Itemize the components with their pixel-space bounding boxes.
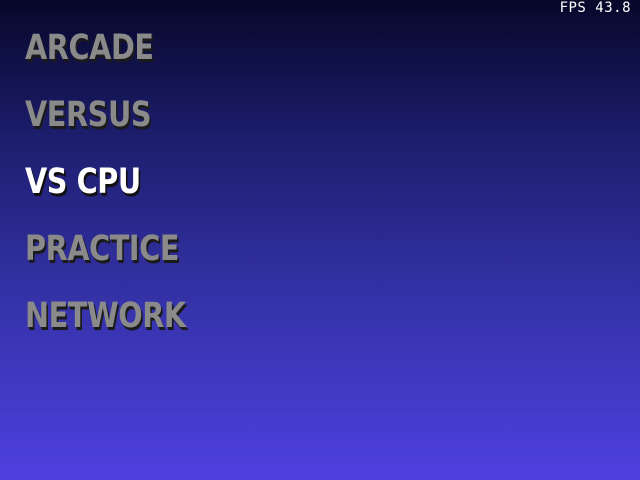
fps-counter: FPS 43.8 [559, 0, 631, 16]
menu-item-practice[interactable]: PRACTICE [25, 228, 186, 295]
menu-item-versus[interactable]: VERSUS [25, 94, 186, 161]
menu-item-network[interactable]: NETWORK [25, 295, 186, 362]
main-menu: ARCADE VERSUS VS CPU PRACTICE NETWORK [25, 27, 221, 362]
menu-item-vs-cpu[interactable]: VS CPU [25, 161, 186, 228]
menu-item-arcade[interactable]: ARCADE [25, 27, 186, 94]
